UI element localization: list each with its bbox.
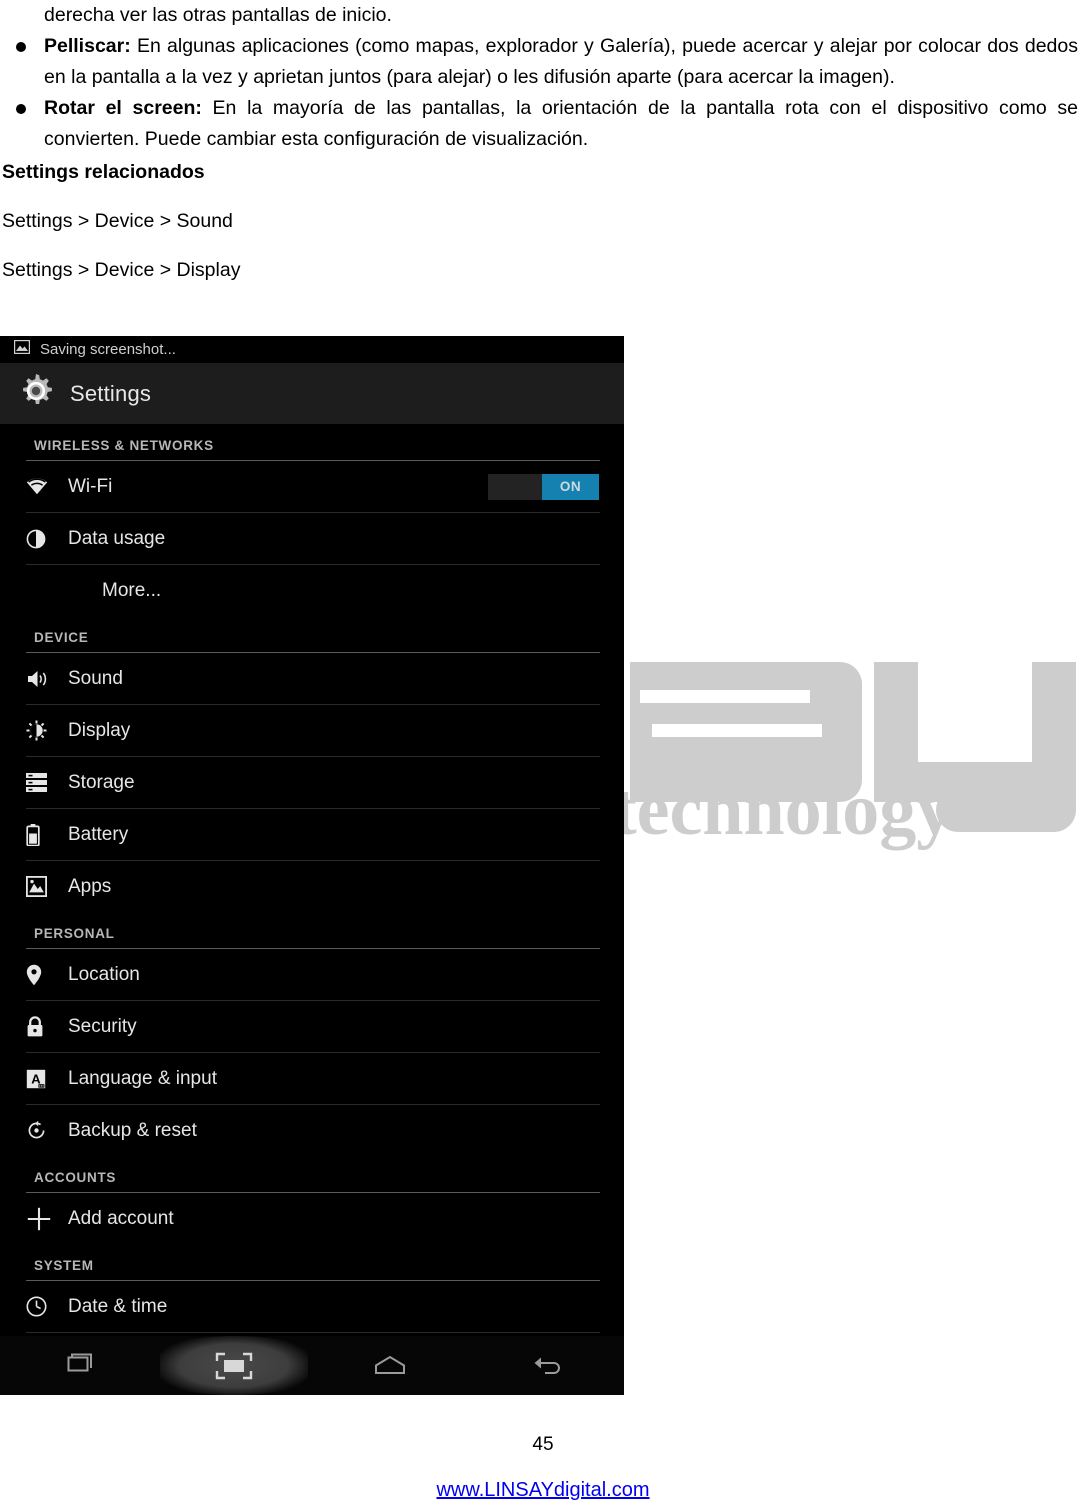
settings-row-battery[interactable]: Battery (0, 809, 624, 860)
lock-icon (26, 1016, 60, 1037)
settings-path-sound: Settings > Device > Sound (2, 210, 233, 232)
clock-icon (26, 1296, 60, 1317)
location-pin-icon (26, 964, 60, 986)
settings-row-label: Language & input (68, 1067, 217, 1089)
settings-row-data-usage[interactable]: Data usage (0, 513, 624, 564)
category-header-personal: PERSONAL (34, 926, 115, 941)
recents-icon[interactable] (0, 1336, 156, 1395)
back-icon[interactable] (468, 1336, 624, 1395)
bullet-item: Rotar el screen: En la mayoría de las pa… (0, 93, 1086, 155)
settings-row-label: Battery (68, 823, 129, 845)
battery-icon (26, 823, 60, 846)
continuation-line: derecha ver las otras pantallas de inici… (44, 4, 392, 26)
svg-text:A: A (31, 1071, 41, 1086)
settings-row-label: Date & time (68, 1295, 168, 1317)
settings-row-storage[interactable]: Storage (0, 757, 624, 808)
status-notification-text: Saving screenshot... (40, 341, 176, 358)
settings-row-apps[interactable]: Apps (0, 861, 624, 912)
storage-icon (26, 773, 60, 792)
section-heading: Settings relacionados (2, 161, 205, 183)
settings-row-label: Wi-Fi (68, 475, 113, 497)
settings-row-label: Storage (68, 771, 135, 793)
settings-row-label: Add account (68, 1207, 174, 1229)
settings-row-label: Data usage (68, 527, 166, 549)
screenshot-icon[interactable] (156, 1336, 312, 1395)
settings-row-more[interactable]: More... (0, 565, 624, 616)
settings-row-label: More... (102, 579, 162, 601)
settings-path-display: Settings > Device > Display (2, 259, 241, 281)
status-bar: Saving screenshot... (0, 336, 624, 363)
bullet-text: En algunas aplicaciones (como mapas, exp… (44, 35, 1078, 88)
settings-row-label: Display (68, 719, 131, 741)
brightness-icon (26, 720, 60, 741)
action-bar[interactable]: Settings (0, 363, 624, 424)
settings-row-date-time[interactable]: Date & time (0, 1281, 624, 1332)
navigation-bar (0, 1336, 624, 1395)
page-number: 45 (532, 1434, 554, 1455)
settings-row-location[interactable]: Location (0, 949, 624, 1000)
settings-row-language-input[interactable]: A Language & input (0, 1053, 624, 1104)
settings-row-label: Backup & reset (68, 1119, 197, 1141)
settings-row-add-account[interactable]: Add account (0, 1193, 624, 1244)
wifi-icon (26, 478, 60, 495)
android-settings-screenshot: Saving screenshot... Settings WIRELESS &… (0, 336, 624, 1395)
plus-icon (26, 1206, 60, 1232)
bullet-term: Rotar el screen: (44, 97, 202, 119)
watermark-text: technology (612, 769, 953, 851)
image-icon (13, 339, 31, 359)
bullet-term: Pelliscar: (44, 35, 131, 57)
settings-row-wifi[interactable]: Wi-Fi ON (0, 461, 624, 512)
settings-list: WIRELESS & NETWORKS Wi-Fi ON Data usage … (0, 424, 624, 1388)
category-header-accounts: ACCOUNTS (34, 1170, 117, 1185)
settings-row-label: Apps (68, 875, 112, 897)
settings-row-display[interactable]: Display (0, 705, 624, 756)
category-header-wireless: WIRELESS & NETWORKS (34, 438, 214, 453)
action-bar-title: Settings (70, 380, 152, 406)
wifi-toggle[interactable]: ON (487, 472, 600, 501)
apps-image-icon (26, 876, 60, 897)
settings-row-sound[interactable]: Sound (0, 653, 624, 704)
settings-row-backup-reset[interactable]: Backup & reset (0, 1105, 624, 1156)
website-link[interactable]: www.LINSAYdigital.com (0, 1479, 1086, 1502)
settings-row-label: Sound (68, 667, 123, 689)
settings-row-security[interactable]: Security (0, 1001, 624, 1052)
language-icon: A (26, 1069, 60, 1089)
bullet-item: Pelliscar: En algunas aplicaciones (como… (0, 31, 1086, 93)
gear-icon (16, 371, 56, 416)
brand-watermark: technology (612, 612, 1086, 852)
category-header-system: SYSTEM (34, 1258, 94, 1273)
settings-row-label: Location (68, 963, 140, 985)
data-usage-icon (26, 529, 60, 549)
document-body: derecha ver las otras pantallas de inici… (0, 0, 1086, 286)
category-header-device: DEVICE (34, 630, 89, 645)
backup-reset-icon (26, 1120, 60, 1141)
home-icon[interactable] (312, 1336, 468, 1395)
watermark-logo-icon: technology (612, 662, 1076, 851)
toggle-state-label: ON (542, 473, 599, 500)
speaker-icon (26, 669, 60, 689)
settings-row-label: Security (68, 1015, 137, 1037)
toggle-track-off (488, 473, 542, 500)
